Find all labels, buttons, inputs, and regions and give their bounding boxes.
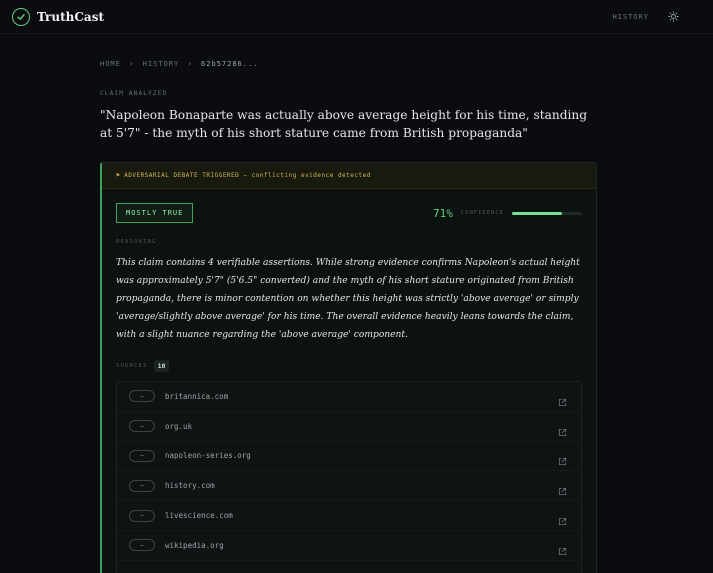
check-circle-logo-icon bbox=[12, 7, 30, 26]
confidence-label: CONFIDENCE bbox=[460, 210, 504, 216]
debate-banner: ⚑ ADVERSARIAL DEBATE TRIGGERED — conflic… bbox=[102, 163, 596, 189]
stance-pill: – bbox=[129, 420, 155, 433]
claim-label: CLAIM ANALYZED bbox=[100, 90, 168, 97]
stance-pill: – bbox=[129, 539, 155, 552]
source-row[interactable]: – history.com bbox=[117, 471, 581, 502]
verdict-badge: MOSTLY TRUE bbox=[116, 203, 194, 223]
brand-link[interactable]: TruthCast bbox=[12, 7, 104, 26]
brand-name: TruthCast bbox=[37, 9, 104, 24]
stance-pill: – bbox=[129, 449, 155, 462]
source-domain[interactable]: britannica.com bbox=[165, 392, 558, 401]
source-row[interactable]: – napoleon-series.org bbox=[117, 442, 581, 472]
sources-label: SOURCES bbox=[116, 363, 148, 369]
external-link-icon[interactable] bbox=[558, 451, 567, 466]
source-domain[interactable]: wikipedia.org bbox=[165, 541, 558, 550]
confidence-bar-fill bbox=[512, 211, 562, 215]
breadcrumb-current: 62b57286... bbox=[201, 59, 259, 68]
source-row[interactable]: – britannica.com bbox=[117, 382, 581, 412]
confidence-bar bbox=[512, 211, 582, 215]
confidence-group: 71% CONFIDENCE bbox=[433, 207, 582, 220]
reasoning-text: This claim contains 4 verifiable asserti… bbox=[116, 258, 580, 340]
external-link-icon[interactable] bbox=[558, 422, 567, 436]
verdict-row: MOSTLY TRUE 71% CONFIDENCE bbox=[116, 203, 582, 223]
verdict-card: ⚑ ADVERSARIAL DEBATE TRIGGERED — conflic… bbox=[100, 162, 597, 573]
source-domain[interactable]: livescience.com bbox=[165, 511, 558, 520]
breadcrumb: HOME › HISTORY › 62b57286... bbox=[100, 59, 258, 68]
stance-pill: – bbox=[129, 390, 155, 403]
source-row[interactable]: – livescience.com bbox=[117, 501, 581, 531]
source-domain[interactable]: napoleon-series.org bbox=[165, 451, 558, 460]
source-row[interactable]: – org.uk bbox=[117, 412, 581, 442]
confidence-value: 71% bbox=[433, 206, 453, 220]
sun-icon[interactable] bbox=[667, 11, 679, 23]
flag-icon: ⚑ bbox=[116, 172, 121, 179]
source-row[interactable]: – wikipedia.org bbox=[117, 531, 581, 561]
chevron-right-icon: › bbox=[187, 59, 194, 68]
external-link-icon[interactable] bbox=[558, 541, 567, 555]
chevron-right-icon: › bbox=[128, 59, 135, 68]
external-link-icon[interactable] bbox=[558, 392, 567, 406]
sources-count-badge: 10 bbox=[153, 360, 170, 372]
nav-history-link[interactable]: HISTORY bbox=[612, 13, 649, 21]
external-link-icon[interactable] bbox=[558, 511, 567, 526]
banner-text: ADVERSARIAL DEBATE TRIGGERED — conflicti… bbox=[124, 172, 371, 179]
source-domain[interactable]: org.uk bbox=[165, 422, 558, 431]
source-domain[interactable]: history.com bbox=[165, 481, 558, 490]
reasoning-label: REASONING bbox=[116, 239, 157, 245]
claim-text: "Napoleon Bonaparte was actually above a… bbox=[100, 108, 588, 140]
sources-header: SOURCES 10 bbox=[116, 360, 170, 372]
stance-pill: – bbox=[129, 509, 155, 522]
stance-pill: – bbox=[129, 479, 155, 492]
sources-list: – britannica.com – org.uk – napoleon-series.o… bbox=[116, 381, 582, 573]
top-navigation-bar: TruthCast HISTORY bbox=[0, 0, 713, 34]
breadcrumb-home[interactable]: HOME bbox=[100, 60, 121, 68]
breadcrumb-history[interactable]: HISTORY bbox=[143, 60, 180, 68]
external-link-icon[interactable] bbox=[558, 481, 567, 496]
